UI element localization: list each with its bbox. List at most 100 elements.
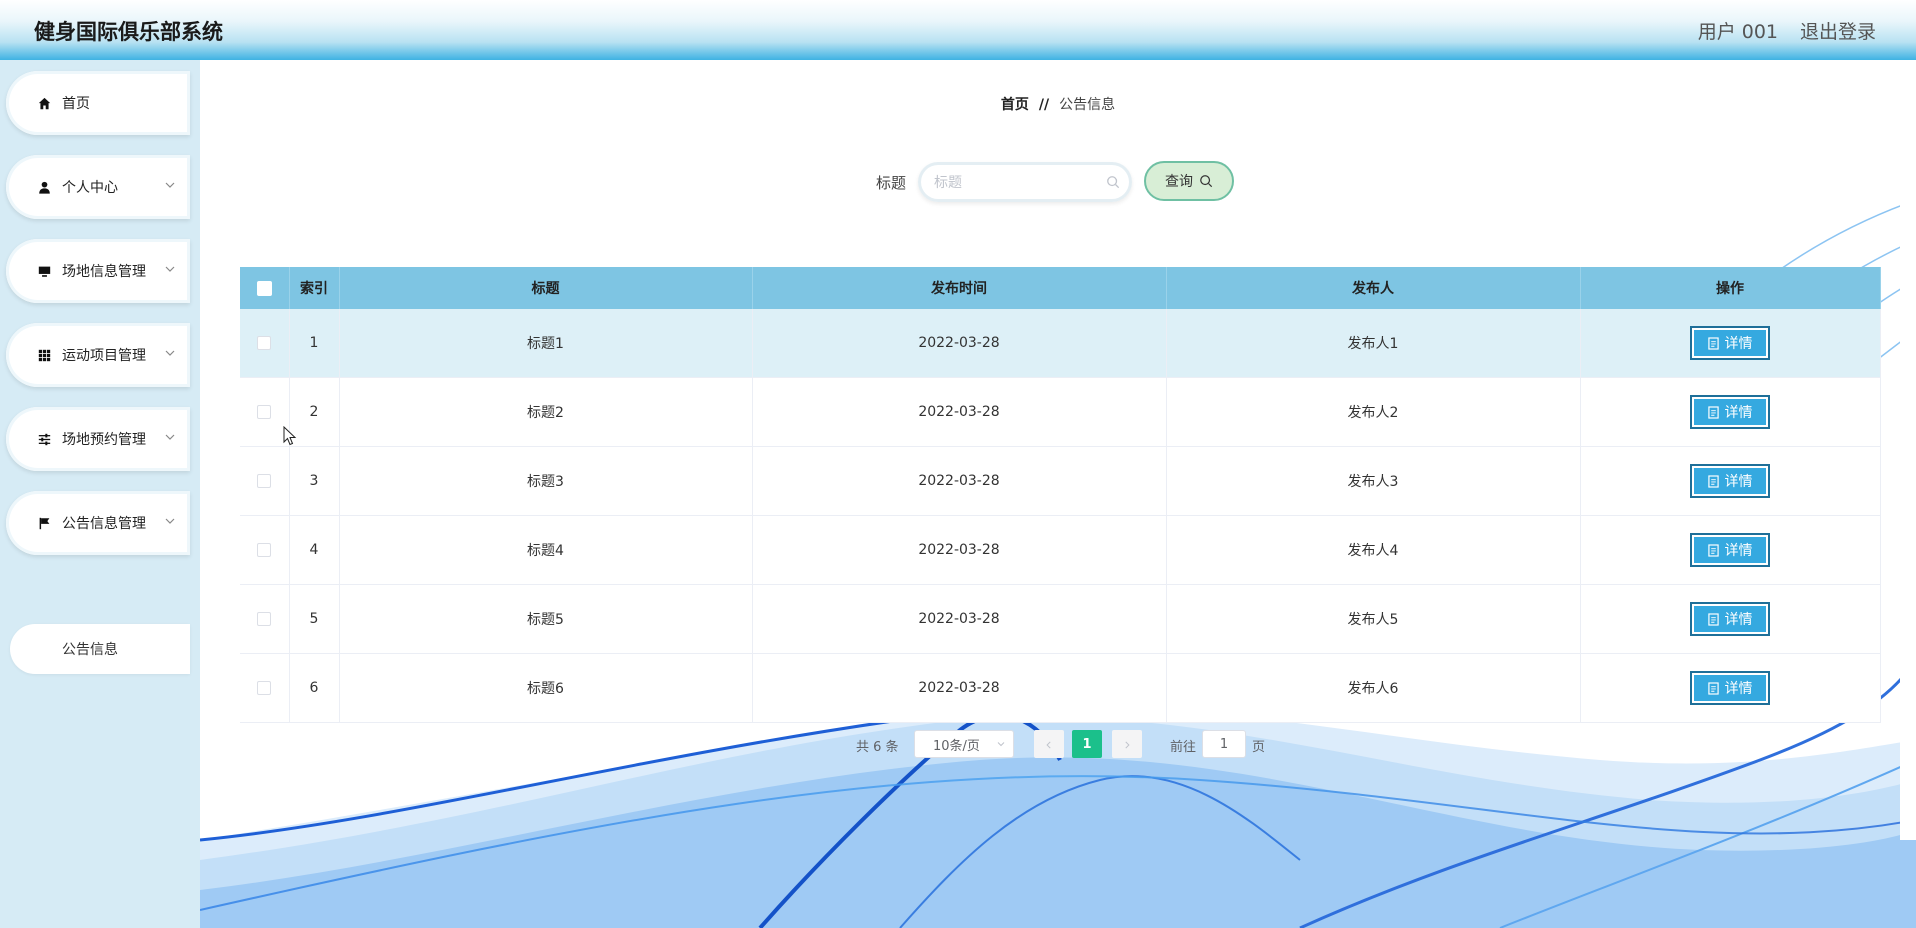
chevron-down-icon bbox=[162, 345, 178, 361]
table-row[interactable]: 1 标题1 2022-03-28 发布人1 详情 bbox=[240, 309, 1881, 378]
chevron-down-icon bbox=[162, 429, 178, 445]
column-header: 发布时间 bbox=[752, 267, 1167, 309]
select-all-cell bbox=[240, 267, 290, 309]
detail-button[interactable]: 详情 bbox=[1690, 464, 1770, 498]
sidebar-item-label: 个人中心 bbox=[62, 180, 118, 196]
row-publisher: 发布人5 bbox=[1166, 584, 1581, 654]
column-header: 索引 bbox=[289, 267, 340, 309]
row-checkbox[interactable] bbox=[257, 612, 272, 626]
detail-button-label: 详情 bbox=[1724, 543, 1753, 559]
sidebar-item-booking-management[interactable]: 场地预约管理 bbox=[6, 407, 190, 471]
select-all-checkbox[interactable] bbox=[256, 280, 272, 296]
grid-icon bbox=[36, 347, 52, 363]
chevron-right-icon bbox=[1122, 735, 1132, 754]
document-icon bbox=[1707, 474, 1719, 488]
row-title: 标题5 bbox=[339, 584, 753, 654]
search-icon bbox=[1199, 174, 1213, 188]
row-index: 4 bbox=[289, 515, 340, 585]
home-icon bbox=[36, 95, 52, 111]
row-publisher: 发布人6 bbox=[1166, 653, 1581, 723]
user-icon bbox=[36, 179, 52, 195]
logout-link[interactable]: 退出登录 bbox=[1800, 17, 1876, 44]
monitor-icon bbox=[36, 263, 52, 279]
chevron-down-icon bbox=[162, 513, 178, 529]
document-icon bbox=[1707, 612, 1719, 626]
search-icon bbox=[1106, 174, 1120, 193]
page-number-current[interactable]: 1 bbox=[1072, 730, 1102, 758]
sidebar-item-label: 运动项目管理 bbox=[62, 348, 146, 364]
table-row[interactable]: 3 标题3 2022-03-28 发布人3 详情 bbox=[240, 446, 1881, 516]
document-icon bbox=[1707, 336, 1719, 350]
sidebar-item-label: 首页 bbox=[62, 96, 90, 112]
flag-icon bbox=[36, 515, 52, 531]
breadcrumb-home[interactable]: 首页 bbox=[1001, 97, 1029, 113]
table-row[interactable]: 5 标题5 2022-03-28 发布人5 详情 bbox=[240, 584, 1881, 654]
row-publish-time: 2022-03-28 bbox=[752, 377, 1167, 447]
row-checkbox[interactable] bbox=[257, 336, 272, 350]
row-checkbox[interactable] bbox=[257, 474, 272, 488]
row-title: 标题3 bbox=[339, 446, 753, 516]
next-page-button[interactable] bbox=[1112, 730, 1142, 758]
mouse-cursor-icon bbox=[283, 426, 297, 446]
sidebar-item-label: 场地信息管理 bbox=[62, 264, 146, 280]
table-row[interactable]: 4 标题4 2022-03-28 发布人4 详情 bbox=[240, 515, 1881, 585]
query-button[interactable]: 查询 bbox=[1144, 161, 1234, 201]
row-title: 标题6 bbox=[339, 653, 753, 723]
prev-page-button[interactable] bbox=[1034, 730, 1064, 758]
breadcrumb-separator: // bbox=[1038, 97, 1050, 113]
right-scroll-strip bbox=[1900, 60, 1916, 840]
sidebar-item-notice-management[interactable]: 公告信息管理 bbox=[6, 491, 190, 555]
main-content: 首页 // 公告信息 标题 查询 索引 标题 发布时间 发布人 操作 bbox=[200, 60, 1916, 928]
sidebar-item-personal-center[interactable]: 个人中心 bbox=[6, 155, 190, 219]
top-header: 健身国际俱乐部系统 用户 001 退出登录 bbox=[0, 0, 1916, 60]
row-index: 6 bbox=[289, 653, 340, 723]
detail-button-label: 详情 bbox=[1724, 612, 1753, 628]
row-publish-time: 2022-03-28 bbox=[752, 584, 1167, 654]
pagination-total: 共 6 条 bbox=[856, 740, 899, 755]
breadcrumb-current: 公告信息 bbox=[1059, 97, 1116, 113]
chevron-left-icon bbox=[1044, 735, 1054, 754]
sidebar-item-venue-management[interactable]: 场地信息管理 bbox=[6, 239, 190, 303]
chevron-down-icon bbox=[995, 738, 1007, 754]
row-checkbox[interactable] bbox=[257, 681, 272, 695]
row-index: 1 bbox=[289, 309, 340, 378]
table-row[interactable]: 6 标题6 2022-03-28 发布人6 详情 bbox=[240, 653, 1881, 723]
sidebar-item-sports-management[interactable]: 运动项目管理 bbox=[6, 323, 190, 387]
row-title: 标题4 bbox=[339, 515, 753, 585]
document-icon bbox=[1707, 543, 1719, 557]
goto-page-input[interactable] bbox=[1202, 730, 1246, 758]
sidebar-subitem-notice-info[interactable]: 公告信息 bbox=[10, 624, 190, 674]
breadcrumb: 首页 // 公告信息 bbox=[200, 94, 1916, 114]
detail-button[interactable]: 详情 bbox=[1690, 533, 1770, 567]
column-header: 发布人 bbox=[1166, 267, 1581, 309]
row-publisher: 发布人2 bbox=[1166, 377, 1581, 447]
table-row[interactable]: 2 标题2 2022-03-28 发布人2 详情 bbox=[240, 377, 1881, 447]
sidebar-item-home[interactable]: 首页 bbox=[6, 71, 190, 135]
pagination: 共 6 条 10条/页 1 前往 页 bbox=[200, 730, 1916, 760]
column-header: 操作 bbox=[1580, 267, 1881, 309]
detail-button-label: 详情 bbox=[1724, 405, 1753, 421]
detail-button-label: 详情 bbox=[1724, 681, 1753, 697]
row-checkbox[interactable] bbox=[257, 543, 272, 557]
title-search-input[interactable] bbox=[932, 170, 1106, 196]
detail-button[interactable]: 详情 bbox=[1690, 395, 1770, 429]
row-publish-time: 2022-03-28 bbox=[752, 653, 1167, 723]
detail-button[interactable]: 详情 bbox=[1690, 671, 1770, 705]
detail-button[interactable]: 详情 bbox=[1690, 326, 1770, 360]
page-size-value: 10条/页 bbox=[933, 738, 980, 754]
sliders-icon bbox=[36, 431, 52, 447]
detail-button[interactable]: 详情 bbox=[1690, 602, 1770, 636]
row-publisher: 发布人4 bbox=[1166, 515, 1581, 585]
row-publish-time: 2022-03-28 bbox=[752, 515, 1167, 585]
chevron-down-icon bbox=[162, 177, 178, 193]
title-search-box bbox=[918, 162, 1132, 202]
page-size-select[interactable]: 10条/页 bbox=[914, 730, 1014, 758]
app-title: 健身国际俱乐部系统 bbox=[34, 20, 223, 44]
row-index: 5 bbox=[289, 584, 340, 654]
sidebar-item-label: 公告信息管理 bbox=[62, 516, 146, 532]
sidebar-item-label: 场地预约管理 bbox=[62, 432, 146, 448]
document-icon bbox=[1707, 681, 1719, 695]
row-title: 标题2 bbox=[339, 377, 753, 447]
row-checkbox[interactable] bbox=[257, 405, 272, 419]
row-publish-time: 2022-03-28 bbox=[752, 309, 1167, 378]
